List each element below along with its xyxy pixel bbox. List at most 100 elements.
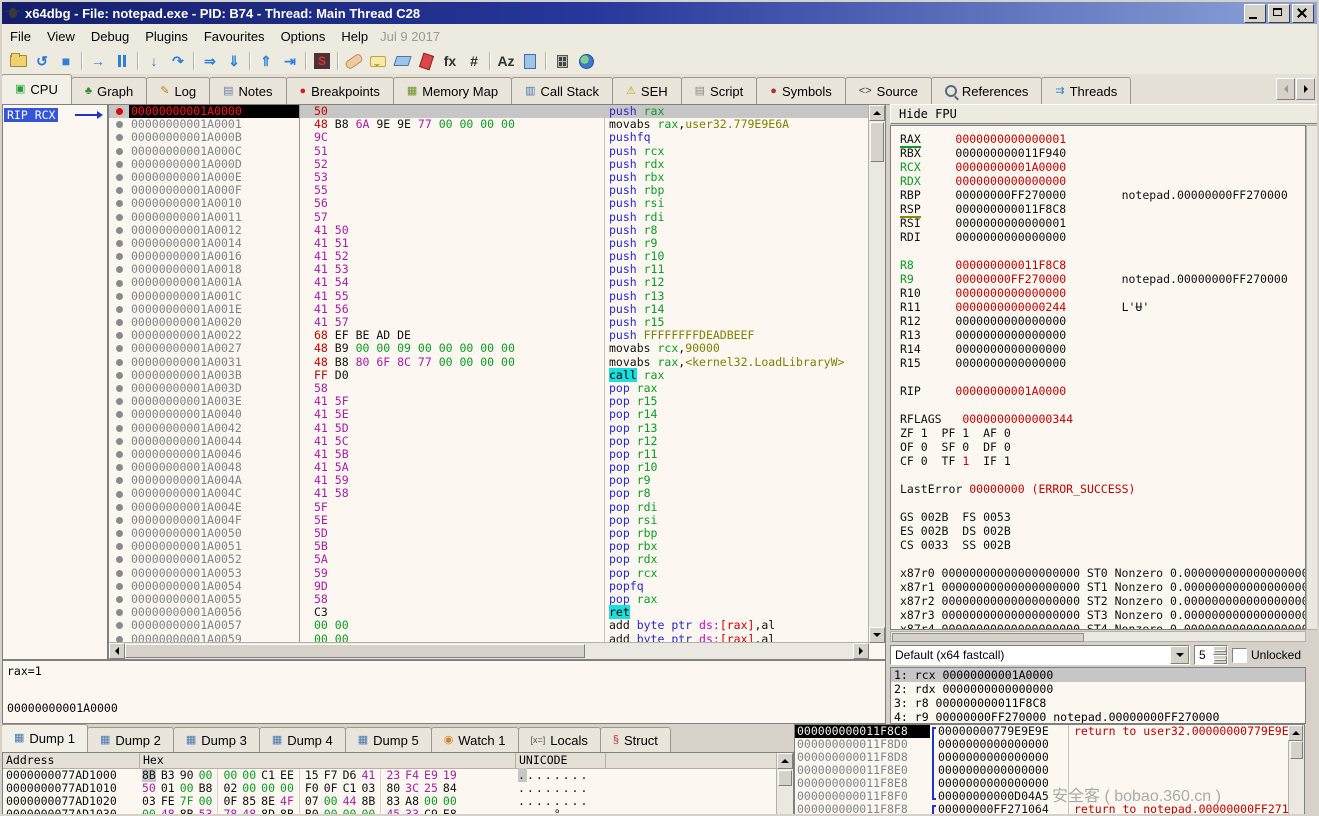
- register-row[interactable]: ES 002B DS 002B: [900, 524, 1305, 538]
- dump-row[interactable]: 0000000077AD103000488B5378488D8BB0000000…: [3, 808, 793, 816]
- disasm-row[interactable]: 00000000001A001A41 54push r12: [109, 276, 869, 289]
- tab-breakpoints[interactable]: ●Breakpoints: [286, 77, 394, 104]
- disasm-vertical-scrollbar[interactable]: [868, 105, 885, 643]
- breakpoint-gutter[interactable]: [109, 567, 129, 580]
- disasm-row[interactable]: 00000000001A003BFF D0call rax: [109, 369, 869, 382]
- scroll-up-icon[interactable]: [869, 105, 885, 121]
- register-row[interactable]: R12 0000000000000000: [900, 314, 1305, 328]
- register-row[interactable]: RDX 0000000000000000: [900, 174, 1305, 188]
- breakpoint-gutter[interactable]: [109, 211, 129, 224]
- disasm-hscroll-thumb[interactable]: [125, 644, 585, 658]
- hash-icon[interactable]: #: [463, 51, 485, 71]
- breakpoint-gutter[interactable]: [109, 158, 129, 171]
- register-row[interactable]: OF 0 SF 0 DF 0: [900, 440, 1305, 454]
- register-row[interactable]: [900, 244, 1305, 258]
- menu-item-favourites[interactable]: Favourites: [196, 29, 273, 44]
- tab-scroll-left-icon[interactable]: [1276, 78, 1295, 100]
- disasm-vscroll-thumb[interactable]: [870, 122, 884, 162]
- breakpoint-gutter[interactable]: [109, 224, 129, 237]
- chevron-down-icon[interactable]: [1170, 646, 1189, 664]
- argument-row[interactable]: 1: rcx 00000000001A0000: [891, 668, 1305, 682]
- register-row[interactable]: GS 002B FS 0053: [900, 510, 1305, 524]
- register-row[interactable]: RBX 000000000011F940: [900, 146, 1305, 160]
- scroll-left-icon[interactable]: [109, 643, 125, 659]
- register-row[interactable]: RCX 00000000001A0000: [900, 160, 1305, 174]
- breakpoint-gutter[interactable]: [109, 501, 129, 514]
- register-row[interactable]: RSI 0000000000000001: [900, 216, 1305, 230]
- tab-symbols[interactable]: ●Symbols: [756, 77, 846, 104]
- register-row[interactable]: [900, 370, 1305, 384]
- breakpoint-gutter[interactable]: [109, 276, 129, 289]
- register-row[interactable]: [900, 398, 1305, 412]
- breakpoint-gutter[interactable]: [109, 474, 129, 487]
- registers-horizontal-scrollbar[interactable]: [890, 631, 1306, 642]
- breakpoint-gutter[interactable]: [109, 118, 129, 131]
- register-row[interactable]: R8 000000000011F8C8: [900, 258, 1305, 272]
- breakpoint-gutter[interactable]: [109, 329, 129, 342]
- register-row[interactable]: x87r2 00000000000000000000 ST2 Nonzero 0…: [900, 594, 1305, 608]
- disasm-horizontal-scrollbar[interactable]: [109, 642, 869, 659]
- breakpoint-gutter[interactable]: [109, 369, 129, 382]
- tab-seh[interactable]: ⚠SEH: [612, 77, 682, 104]
- menu-item-plugins[interactable]: Plugins: [137, 29, 196, 44]
- minimize-button[interactable]: [1244, 4, 1266, 23]
- scroll-right-icon[interactable]: [853, 643, 869, 659]
- register-row[interactable]: LastError 00000000 (ERROR_SUCCESS): [900, 482, 1305, 496]
- disasm-row[interactable]: 00000000001A003148 B8 80 6F 8C 77 00 00 …: [109, 356, 869, 369]
- breakpoint-gutter[interactable]: [109, 316, 129, 329]
- register-row[interactable]: RBP 00000000FF270000 notepad.00000000FF2…: [900, 188, 1305, 202]
- argument-count-stepper[interactable]: 5: [1194, 645, 1228, 665]
- dump-vscroll-thumb[interactable]: [778, 770, 792, 786]
- tab-locals[interactable]: [x=]Locals: [518, 727, 601, 752]
- disasm-row[interactable]: 00000000001A001241 50push r8: [109, 224, 869, 237]
- trace-into-icon[interactable]: ⇓: [223, 51, 245, 71]
- label-icon[interactable]: [391, 51, 413, 71]
- breakpoint-gutter[interactable]: [109, 422, 129, 435]
- step-over-icon[interactable]: ↷: [167, 51, 189, 71]
- breakpoint-gutter[interactable]: [109, 435, 129, 448]
- register-row[interactable]: R15 0000000000000000: [900, 356, 1305, 370]
- tab-source[interactable]: <>Source: [845, 77, 932, 104]
- assemble-icon[interactable]: [519, 51, 541, 71]
- open-file-icon[interactable]: [7, 51, 29, 71]
- breakpoint-gutter[interactable]: [109, 593, 129, 606]
- menu-item-file[interactable]: File: [2, 29, 39, 44]
- dump-vertical-scrollbar[interactable]: [776, 753, 793, 816]
- breakpoint-gutter[interactable]: [109, 197, 129, 210]
- register-row[interactable]: RIP 00000000001A0000: [900, 384, 1305, 398]
- register-row[interactable]: CF 0 TF 1 IF 1: [900, 454, 1305, 468]
- execute-till-return-icon[interactable]: ⇑: [255, 51, 277, 71]
- register-row[interactable]: R11 0000000000000244 L'Ʉ': [900, 300, 1305, 314]
- argument-row[interactable]: 2: rdx 0000000000000000: [891, 682, 1305, 696]
- disasm-row[interactable]: 00000000001A001157push rdi: [109, 211, 869, 224]
- tab-notes[interactable]: ▤Notes: [209, 77, 286, 104]
- scylla-icon[interactable]: S: [311, 51, 333, 71]
- tab-watch-1[interactable]: ◉Watch 1: [431, 727, 519, 752]
- tab-dump-3[interactable]: ▦Dump 3: [173, 727, 260, 752]
- disasm-row[interactable]: 00000000001A001056push rsi: [109, 197, 869, 210]
- hide-fpu-button[interactable]: Hide FPU: [890, 104, 1319, 124]
- help-globe-icon[interactable]: [575, 51, 597, 71]
- breakpoint-gutter[interactable]: [109, 540, 129, 553]
- register-row[interactable]: RFLAGS 0000000000000344: [900, 412, 1305, 426]
- calling-convention-select[interactable]: Default (x64 fastcall): [890, 645, 1190, 665]
- breakpoint-gutter[interactable]: [109, 580, 129, 593]
- breakpoint-gutter[interactable]: [109, 382, 129, 395]
- unlocked-checkbox[interactable]: [1232, 648, 1247, 663]
- menu-item-options[interactable]: Options: [273, 29, 334, 44]
- tab-references[interactable]: References: [931, 77, 1042, 104]
- disasm-row[interactable]: 00000000001A00525Apop rdx: [109, 553, 869, 566]
- maximize-button[interactable]: [1268, 4, 1290, 23]
- tab-dump-5[interactable]: ▦Dump 5: [345, 727, 432, 752]
- breakpoint-gutter[interactable]: [109, 303, 129, 316]
- tab-dump-1[interactable]: ▦Dump 1: [1, 724, 88, 752]
- tab-dump-4[interactable]: ▦Dump 4: [259, 727, 346, 752]
- tab-cpu[interactable]: ▣CPU: [1, 74, 72, 104]
- breakpoint-gutter[interactable]: [109, 131, 129, 144]
- tab-scroll-right-icon[interactable]: [1296, 78, 1315, 100]
- tab-struct[interactable]: §Struct: [600, 727, 671, 752]
- calculator-icon[interactable]: [551, 51, 573, 71]
- disasm-row[interactable]: 00000000001A004C41 58pop r8: [109, 487, 869, 500]
- tab-memory-map[interactable]: ▦Memory Map: [393, 77, 512, 104]
- scroll-down-icon[interactable]: [869, 627, 885, 643]
